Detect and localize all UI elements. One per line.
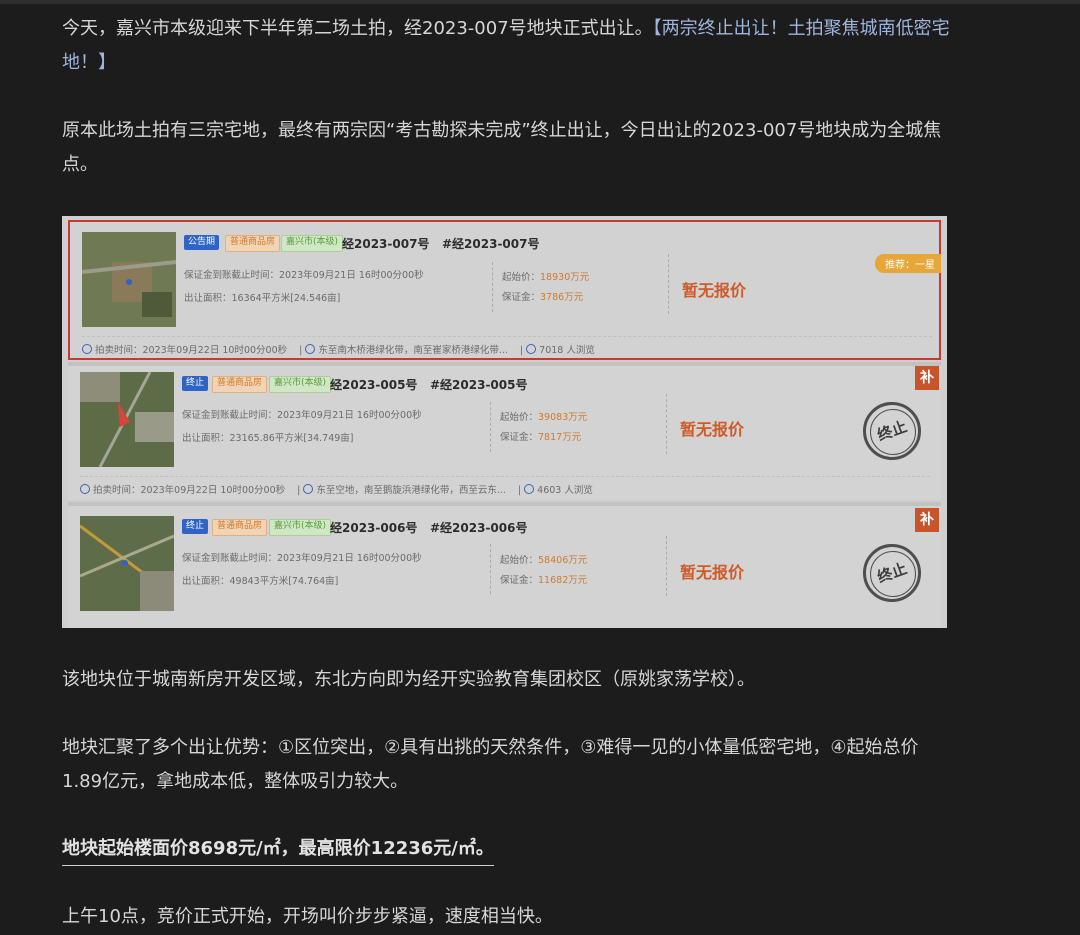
plot-area: 出让面积：49843平方米[74.764亩] (182, 576, 339, 587)
location-pin-icon (303, 484, 314, 494)
area-tag: 嘉兴市(本级) (269, 376, 332, 393)
no-quote-label: 暂无报价 (682, 281, 747, 300)
deposit: 保证金：11682万元 (500, 575, 588, 586)
start-price: 起始价：58406万元 (500, 555, 588, 566)
clock-icon (80, 484, 90, 494)
type-tag: 普通商品房 (212, 519, 268, 536)
terminated-stamp: 终止 (863, 544, 921, 602)
deposit: 保证金：3786万元 (502, 292, 584, 303)
area-tag: 嘉兴市(本级) (281, 235, 344, 252)
plot-area: 出让面积：23165.86平方米[34.749亩] (182, 433, 354, 444)
plot-area: 出让面积：16364平方米[24.546亩] (184, 293, 341, 304)
listing-card-2023-005[interactable]: 终止 普通商品房 嘉兴市(本级) 经2023-005号 #经2023-005号 … (68, 366, 941, 500)
supplement-badge: 补 (915, 366, 939, 390)
listing-footer: 拍卖时间：2023年09月22日 10时00分00秒 | 东至空地，南至鹅旋浜港绿… (80, 476, 930, 500)
top-divider (0, 0, 1080, 4)
aerial-map-thumbnail (80, 372, 174, 467)
no-quote-label: 暂无报价 (680, 420, 745, 439)
column-divider (492, 262, 493, 312)
people-icon (524, 484, 535, 494)
location-paragraph: 该地块位于城南新房开发区域，东北方向即为经开实验教育集团校区（原姚家荡学校）。 (62, 669, 755, 690)
plot-code[interactable]: 经2023-006号 #经2023-006号 (330, 519, 527, 536)
location-pin-icon (305, 344, 316, 354)
bidding-paragraph: 上午10点，竞价正式开始，开场叫价步步紧逼，速度相当快。 (62, 906, 553, 927)
deposit: 保证金：7817万元 (500, 432, 582, 443)
price-highlight: 地块起始楼面价8698元/㎡，最高限价12236元/㎡。 (62, 838, 494, 866)
clock-icon (82, 344, 92, 354)
column-divider (666, 536, 667, 596)
auction-listing-screenshot: 公告期 普通商品房 嘉兴市(本级) 经2023-007号 #经2023-007号… (62, 216, 947, 628)
deposit-deadline: 保证金到账截止时间：2023年09月21日 16时00分00秒 (184, 270, 424, 281)
status-tag: 公告期 (184, 235, 220, 250)
area-tag: 嘉兴市(本级) (269, 519, 332, 536)
recommend-badge: 推荐：一星 (875, 254, 941, 273)
aerial-map-thumbnail (82, 232, 176, 327)
listing-card-2023-007[interactable]: 公告期 普通商品房 嘉兴市(本级) 经2023-007号 #经2023-007号… (68, 220, 941, 360)
listing-card-2023-006[interactable]: 终止 普通商品房 嘉兴市(本级) 经2023-006号 #经2023-006号 … (68, 506, 941, 628)
supplement-badge: 补 (915, 508, 939, 532)
price-paragraph: 地块起始楼面价8698元/㎡，最高限价12236元/㎡。 (62, 832, 494, 866)
column-divider (490, 402, 491, 452)
column-divider (668, 254, 669, 314)
plot-code[interactable]: 经2023-007号 #经2023-007号 (342, 235, 539, 252)
type-tag: 普通商品房 (225, 235, 281, 252)
terminated-stamp: 终止 (863, 402, 921, 460)
column-divider (666, 394, 667, 454)
no-quote-label: 暂无报价 (680, 563, 745, 582)
deposit-deadline: 保证金到账截止时间：2023年09月21日 16时00分00秒 (182, 553, 422, 564)
background-paragraph: 原本此场土拍有三宗宅地，最终有两宗因“考古勘探未完成”终止出让，今日出让的202… (62, 120, 942, 175)
plot-code[interactable]: 经2023-005号 #经2023-005号 (330, 376, 527, 393)
intro-paragraph: 今天，嘉兴市本级迎来下半年第二场土拍，经2023-007号地块正式出让。【两宗终… (62, 12, 952, 80)
intro-text: 今天，嘉兴市本级迎来下半年第二场土拍，经2023-007号地块正式出让。 (62, 18, 653, 39)
type-tag: 普通商品房 (212, 376, 268, 393)
people-icon (526, 344, 537, 354)
status-tag: 终止 (182, 519, 209, 534)
listing-footer: 拍卖时间：2023年09月22日 10时00分00秒 | 东至南木桥港绿化带，南至… (82, 336, 932, 360)
column-divider (490, 544, 491, 594)
status-tag: 终止 (182, 376, 209, 391)
start-price: 起始价：39083万元 (500, 412, 588, 423)
start-price: 起始价：18930万元 (502, 272, 590, 283)
deposit-deadline: 保证金到账截止时间：2023年09月21日 16时00分00秒 (182, 410, 422, 421)
advantages-paragraph: 地块汇聚了多个出让优势：①区位突出，②具有出挑的天然条件，③难得一见的小体量低密… (62, 737, 919, 792)
aerial-map-thumbnail (80, 516, 174, 611)
